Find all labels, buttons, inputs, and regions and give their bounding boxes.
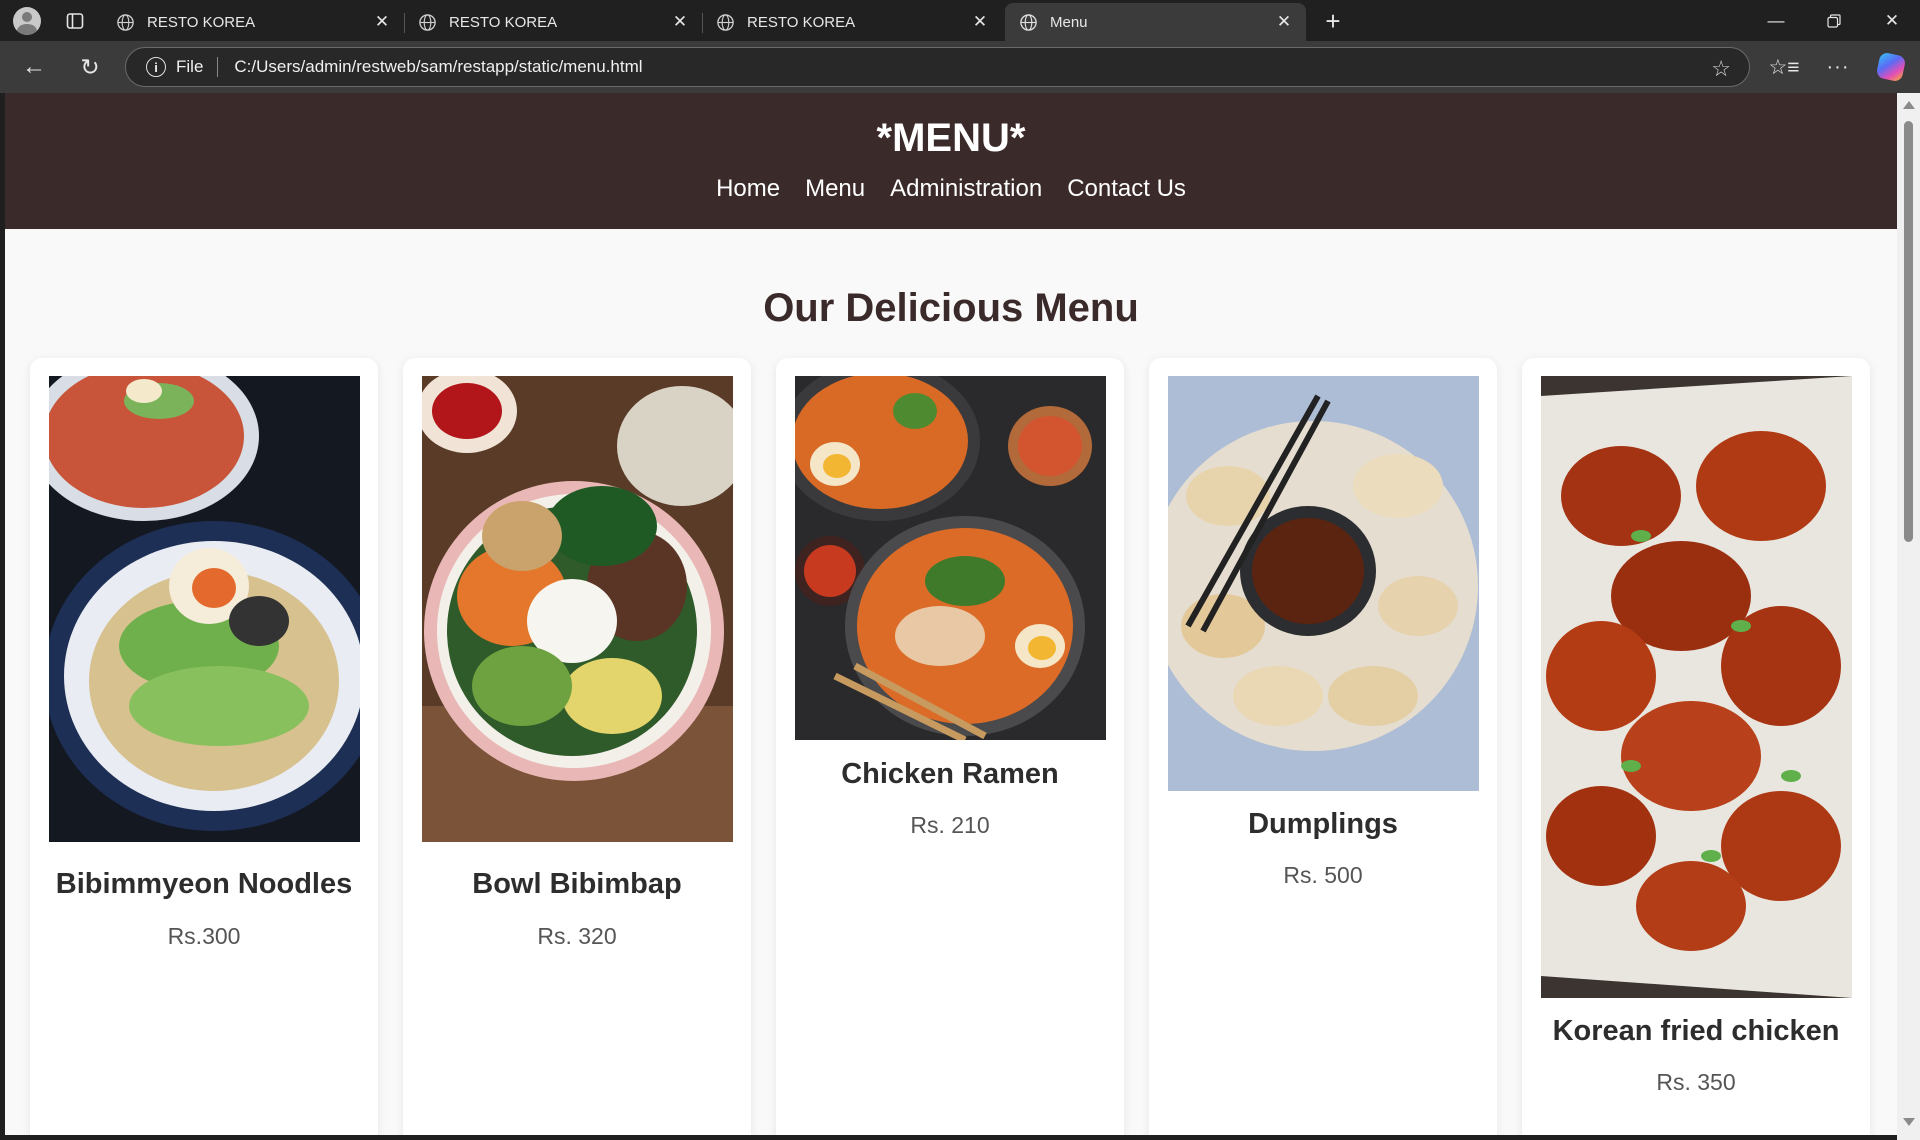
bowl-bibimbap-photo bbox=[422, 376, 733, 842]
reload-icon: ↻ bbox=[80, 53, 100, 80]
tab-3[interactable]: RESTO KOREA ✕ bbox=[702, 3, 1002, 41]
tab-2[interactable]: RESTO KOREA ✕ bbox=[404, 3, 703, 41]
scheme-label: File bbox=[176, 57, 204, 76]
dumplings-photo bbox=[1168, 376, 1479, 791]
scrollbar-thumb[interactable] bbox=[1904, 121, 1913, 542]
close-icon: ✕ bbox=[1884, 10, 1900, 30]
nav-link-administration[interactable]: Administration bbox=[890, 175, 1042, 203]
address-bar[interactable]: i File C:/Users/admin/restweb/sam/restap… bbox=[125, 47, 1750, 87]
restore-icon bbox=[1827, 13, 1841, 28]
globe-icon bbox=[1020, 13, 1037, 31]
scroll-up-arrow-icon[interactable] bbox=[1903, 101, 1915, 109]
favorites-icon: ☆≡ bbox=[1768, 55, 1800, 79]
chicken-ramen-photo bbox=[795, 376, 1106, 740]
tab-actions-icon bbox=[66, 13, 84, 29]
menu-item-price: Rs. 320 bbox=[537, 923, 617, 949]
site-nav: Home Menu Administration Contact Us bbox=[5, 175, 1897, 203]
menu-item-name: Bowl Bibimbap bbox=[472, 868, 682, 900]
avatar-icon bbox=[13, 7, 41, 35]
menu-item-price: Rs.300 bbox=[167, 923, 241, 949]
nav-link-menu[interactable]: Menu bbox=[805, 175, 865, 203]
menu-item-name: Korean fried chicken bbox=[1552, 1015, 1840, 1047]
close-tab-icon[interactable]: ✕ bbox=[1274, 12, 1294, 32]
menu-item-name: Dumplings bbox=[1248, 808, 1398, 840]
copilot-button[interactable] bbox=[1873, 51, 1909, 83]
tab-menu-active[interactable]: Menu ✕ bbox=[1005, 3, 1306, 41]
menu-card: Dumplings Rs. 500 bbox=[1149, 358, 1497, 1135]
minimize-button[interactable]: — bbox=[1748, 0, 1804, 41]
menu-card: Korean fried chicken Rs. 350 bbox=[1522, 358, 1870, 1135]
profile-button[interactable] bbox=[10, 5, 44, 37]
bibimmyeon-noodles-photo bbox=[49, 376, 360, 842]
globe-icon bbox=[717, 13, 734, 31]
copilot-icon bbox=[1875, 51, 1907, 83]
minimize-icon: — bbox=[1767, 10, 1785, 30]
page-viewport: *MENU* Home Menu Administration Contact … bbox=[5, 93, 1897, 1135]
tab-title: RESTO KOREA bbox=[147, 13, 256, 31]
nav-link-contact-us[interactable]: Contact Us bbox=[1067, 175, 1186, 203]
globe-icon bbox=[419, 13, 436, 31]
restore-button[interactable] bbox=[1806, 0, 1862, 41]
site-title: *MENU* bbox=[876, 116, 1026, 160]
toolbar: ← ↻ i File C:/Users/admin/restweb/sam/re… bbox=[0, 41, 1920, 93]
vertical-scrollbar[interactable] bbox=[1897, 93, 1920, 1140]
globe-icon bbox=[117, 13, 134, 31]
tab-1[interactable]: RESTO KOREA ✕ bbox=[102, 3, 405, 41]
new-tab-button[interactable]: + bbox=[1316, 6, 1350, 36]
back-button[interactable]: ← bbox=[16, 51, 52, 83]
plus-icon: + bbox=[1325, 5, 1341, 36]
menu-item-price: Rs. 210 bbox=[910, 812, 990, 838]
more-icon: ··· bbox=[1826, 55, 1850, 78]
url-text: C:/Users/admin/restweb/sam/restapp/stati… bbox=[234, 57, 643, 76]
tab-title: RESTO KOREA bbox=[747, 13, 856, 31]
arrow-left-icon: ← bbox=[22, 53, 46, 80]
close-tab-icon[interactable]: ✕ bbox=[372, 12, 392, 32]
reload-button[interactable]: ↻ bbox=[72, 51, 108, 83]
tab-title: RESTO KOREA bbox=[449, 13, 558, 31]
scroll-down-arrow-icon[interactable] bbox=[1903, 1118, 1915, 1126]
close-tab-icon[interactable]: ✕ bbox=[970, 12, 990, 32]
menu-card: Bowl Bibimbap Rs. 320 bbox=[403, 358, 751, 1135]
menu-card: Chicken Ramen Rs. 210 bbox=[776, 358, 1124, 1135]
menu-item-name: Bibimmyeon Noodles bbox=[55, 868, 353, 900]
nav-link-home[interactable]: Home bbox=[716, 175, 780, 203]
menu-item-price: Rs. 350 bbox=[1656, 1069, 1736, 1095]
tab-title: Menu bbox=[1050, 13, 1088, 31]
tab-actions-button[interactable] bbox=[58, 6, 92, 36]
menu-card: Bibimmyeon Noodles Rs.300 bbox=[30, 358, 378, 1135]
favorites-button[interactable]: ☆≡ bbox=[1766, 51, 1802, 83]
star-icon[interactable]: ☆ bbox=[1711, 56, 1731, 82]
menu-heading: Our Delicious Menu bbox=[763, 286, 1139, 330]
menu-item-name: Chicken Ramen bbox=[841, 758, 1059, 790]
tab-strip: RESTO KOREA ✕ RESTO KOREA ✕ RESTO KOREA … bbox=[0, 0, 1920, 41]
close-window-button[interactable]: ✕ bbox=[1864, 0, 1920, 41]
site-header: *MENU* Home Menu Administration Contact … bbox=[5, 93, 1897, 229]
menu-item-price: Rs. 500 bbox=[1283, 862, 1363, 888]
close-tab-icon[interactable]: ✕ bbox=[670, 12, 690, 32]
more-button[interactable]: ··· bbox=[1820, 51, 1856, 83]
korean-fried-chicken-photo bbox=[1541, 376, 1852, 998]
info-icon[interactable]: i bbox=[146, 57, 166, 77]
divider bbox=[217, 57, 219, 77]
